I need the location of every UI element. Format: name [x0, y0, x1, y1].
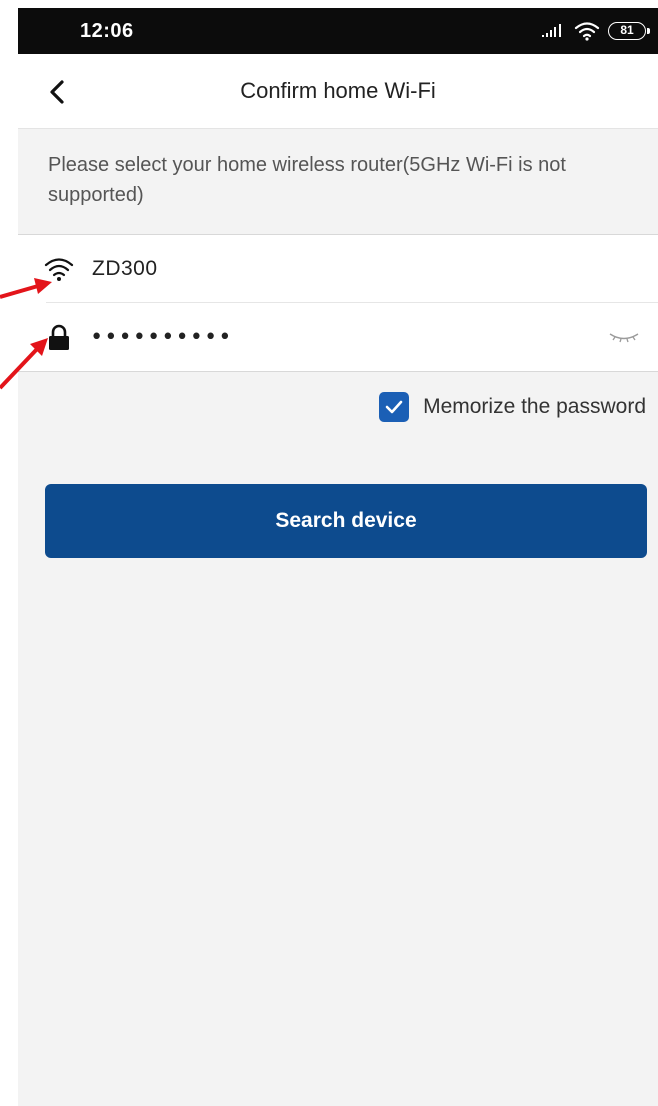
checkmark-icon [385, 400, 403, 414]
phone-screen: 12:06 81 Confirm home Wi-Fi Please selec… [18, 8, 658, 1106]
page-title: Confirm home Wi-Fi [240, 78, 436, 103]
router-hint-text: Please select your home wireless router(… [48, 154, 566, 206]
battery-icon: 81 [608, 22, 650, 40]
wifi-icon [574, 22, 600, 41]
memorize-checkbox[interactable] [379, 392, 410, 422]
navigation-bar: Confirm home Wi-Fi [18, 54, 658, 129]
status-icons: 81 [542, 19, 650, 43]
password-input[interactable] [90, 319, 570, 355]
lock-icon [49, 324, 69, 350]
signal-icon [542, 24, 561, 37]
memorize-password-option[interactable]: Memorize the password [379, 392, 646, 422]
eye-closed-icon [609, 333, 639, 343]
wifi-form-card: ZD300 [18, 234, 658, 372]
status-bar: 12:06 81 [18, 8, 658, 54]
memorize-label: Memorize the password [423, 395, 646, 418]
password-row [18, 303, 658, 370]
password-visibility-toggle[interactable] [604, 325, 644, 349]
status-time: 12:06 [80, 20, 134, 42]
wifi-icon [44, 258, 74, 281]
ssid-row[interactable]: ZD300 [18, 235, 658, 303]
ssid-name: ZD300 [92, 257, 158, 280]
search-device-button[interactable]: Search device [45, 484, 647, 558]
